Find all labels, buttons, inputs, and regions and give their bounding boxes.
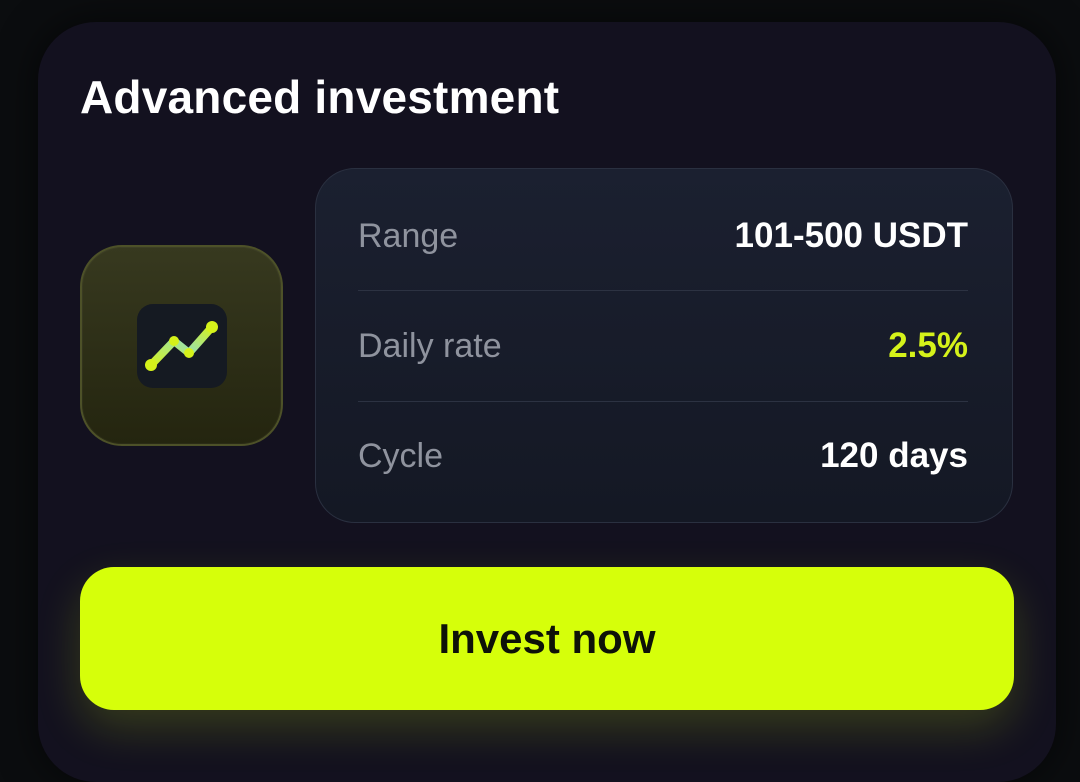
range-row: Range 101-500 USDT [358, 181, 968, 291]
trend-chart-icon [137, 304, 227, 388]
invest-now-button[interactable]: Invest now [80, 567, 1014, 710]
card-title: Advanced investment [80, 71, 560, 123]
range-value: 101-500 USDT [734, 216, 968, 255]
daily-rate-row: Daily rate 2.5% [358, 291, 968, 401]
plan-details-box: Range 101-500 USDT Daily rate 2.5% Cycle… [315, 168, 1013, 523]
daily-rate-label: Daily rate [358, 326, 502, 365]
cycle-value: 120 days [820, 436, 968, 475]
daily-rate-value: 2.5% [888, 326, 968, 365]
cycle-label: Cycle [358, 436, 444, 475]
cycle-row: Cycle 120 days [358, 401, 968, 511]
range-label: Range [358, 216, 459, 255]
plan-icon-tile [80, 245, 283, 446]
invest-now-label: Invest now [438, 614, 656, 662]
